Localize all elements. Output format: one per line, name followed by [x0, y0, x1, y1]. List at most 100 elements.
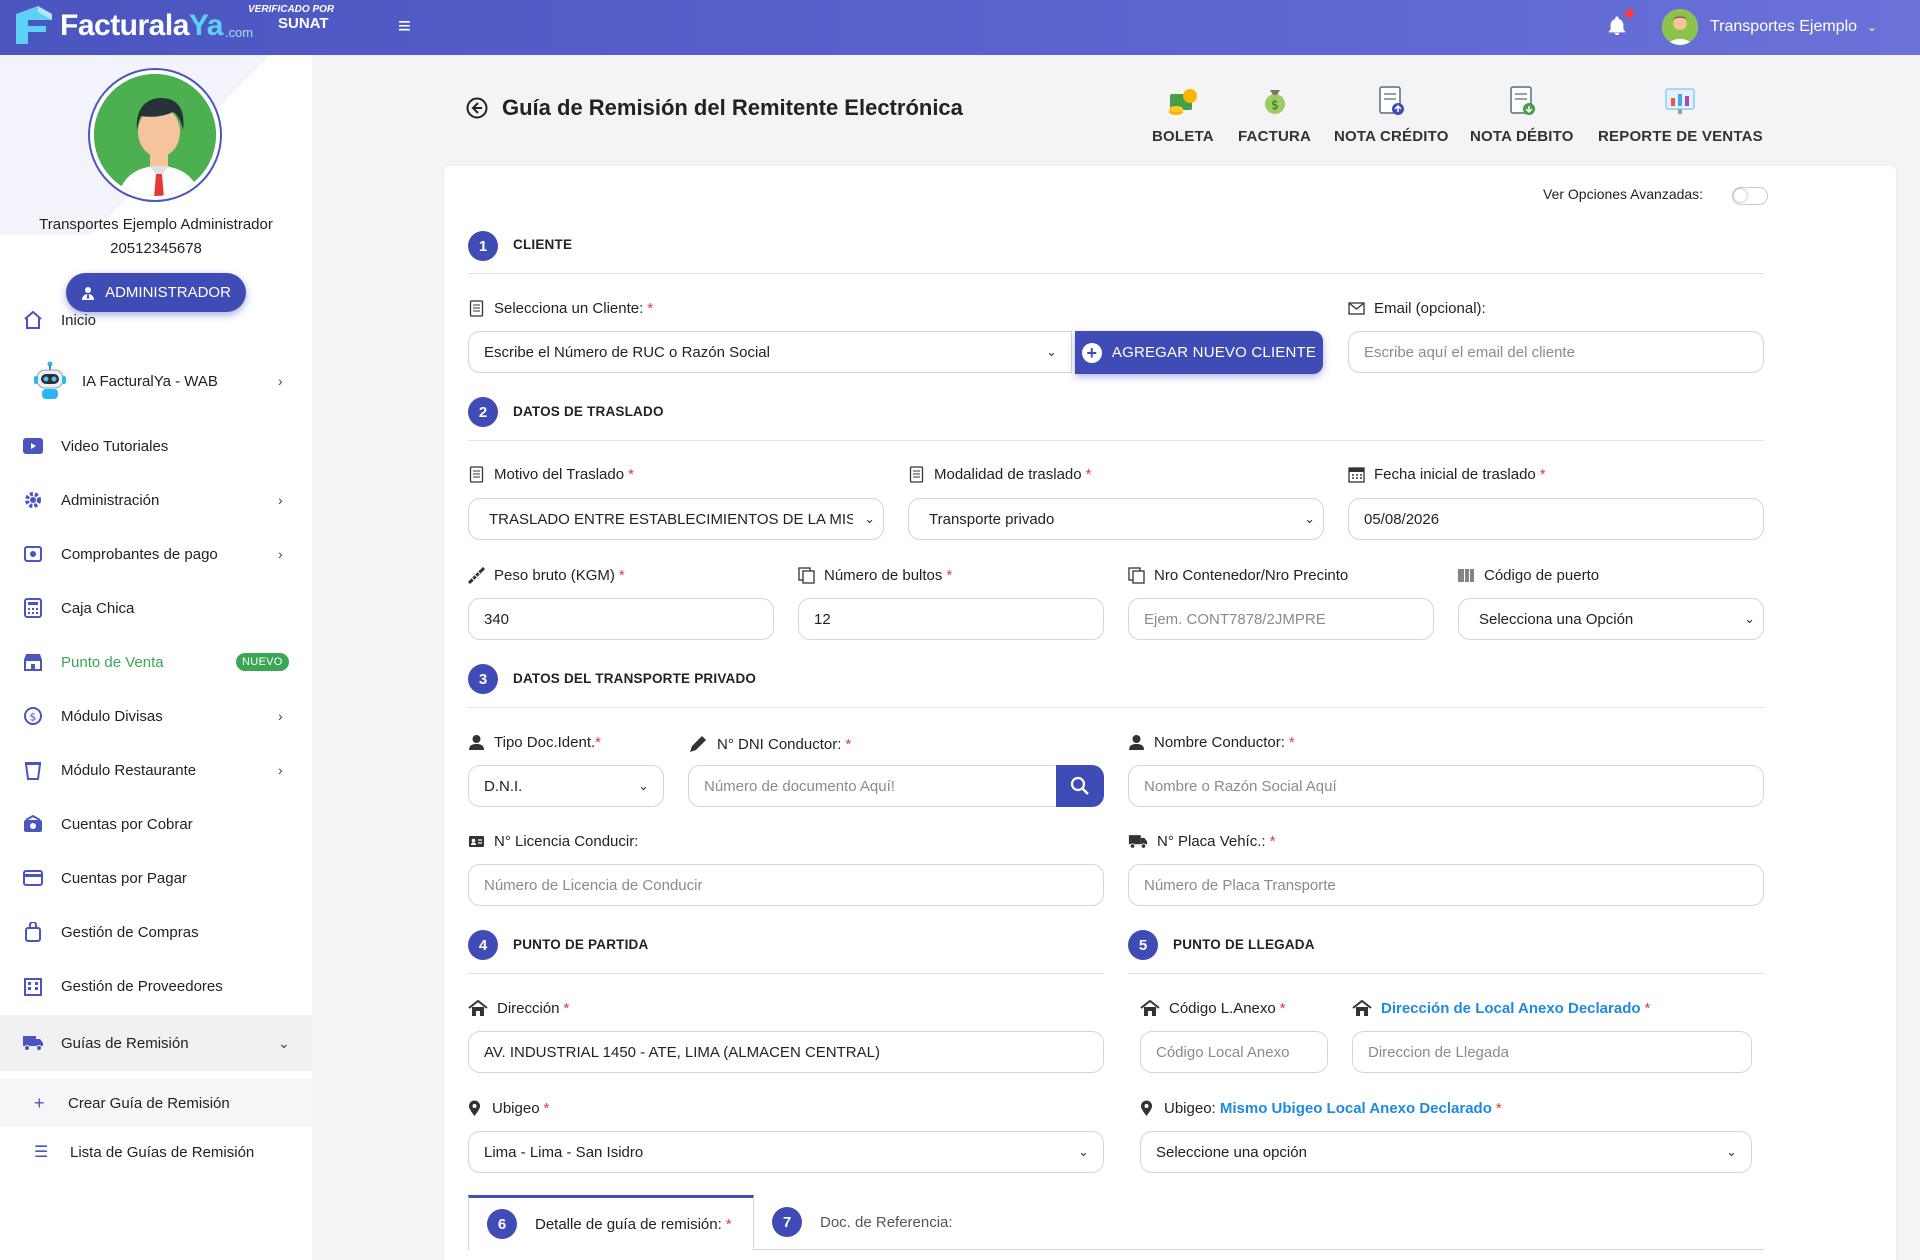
cliente-label: Selecciona un Cliente: *	[468, 300, 653, 317]
motivo-label: Motivo del Traslado *	[468, 466, 634, 483]
step-7-badge: 7	[772, 1207, 802, 1237]
store-icon	[22, 651, 44, 673]
copy-icon	[1128, 567, 1145, 584]
calendar-icon	[1348, 467, 1365, 483]
tab-doc-referencia[interactable]: 7 Doc. de Referencia:	[754, 1195, 1014, 1250]
ruler-icon	[468, 567, 485, 584]
step-4-badge: 4	[468, 930, 498, 960]
search-dni-button[interactable]	[1056, 765, 1104, 807]
sidebar-item-modulo-divisas[interactable]: $ Módulo Divisas ›	[0, 691, 312, 741]
user-name: Transportes Ejemplo	[1710, 18, 1858, 35]
document-down-icon	[1510, 86, 1535, 115]
chevron-right-icon: ›	[278, 708, 283, 724]
money-bag-icon: $	[1264, 90, 1285, 114]
profile-name: Transportes Ejemplo Administrador	[39, 216, 273, 233]
tipo-doc-label: Tipo Doc.Ident. *	[468, 734, 601, 751]
bultos-input[interactable]: 12	[798, 598, 1104, 640]
sidebar-item-cuentas-por-cobrar[interactable]: Cuentas por Cobrar	[0, 799, 312, 849]
sidebar-item-modulo-restaurante[interactable]: Módulo Restaurante ›	[0, 745, 312, 795]
sidebar-item-cuentas-por-pagar[interactable]: Cuentas por Pagar	[0, 853, 312, 903]
direccion-llegada-input[interactable]: Direccion de Llegada	[1352, 1031, 1752, 1073]
chevron-down-icon: ⌄	[638, 778, 649, 793]
ubigeo-anexo-link[interactable]: Mismo Ubigeo Local Anexo Declarado	[1220, 1100, 1492, 1117]
ubigeo-llegada-select[interactable]: Seleccione una opción ⌄	[1140, 1131, 1752, 1173]
sidebar-item-comprobantes[interactable]: Comprobantes de pago ›	[0, 529, 312, 579]
modalidad-select[interactable]: Transporte privado ⌄	[908, 498, 1324, 540]
step-3-badge: 3	[468, 664, 498, 694]
chevron-right-icon: ›	[278, 373, 283, 389]
quick-link-nota-credito[interactable]: NOTA CRÉDITO	[1334, 84, 1449, 145]
user-menu[interactable]: Transportes Ejemplo ⌄	[1662, 9, 1877, 45]
ubigeo-partida-label: Ubigeo *	[468, 1100, 549, 1117]
home-icon	[22, 309, 44, 331]
facturalaya-logo[interactable]: FacturalaYa .com	[12, 2, 253, 50]
codigo-anexo-label: Código L.Anexo *	[1140, 1000, 1286, 1017]
bultos-label: Número de bultos *	[798, 567, 952, 584]
chevron-down-icon: ⌄	[1078, 1144, 1089, 1159]
document-up-icon	[1379, 86, 1405, 115]
sidebar-subitem-lista-guias[interactable]: ☰ Lista de Guías de Remisión	[0, 1128, 312, 1176]
quick-link-nota-debito[interactable]: NOTA DÉBITO	[1470, 84, 1574, 145]
card-icon	[22, 867, 44, 889]
sidebar-subitem-crear-guia[interactable]: + Crear Guía de Remisión	[0, 1079, 312, 1127]
email-input[interactable]: Escribe aquí el email del cliente	[1348, 331, 1764, 373]
sidebar-item-punto-de-venta[interactable]: Punto de Venta NUEVO	[0, 637, 312, 687]
list-icon: ☰	[34, 1144, 49, 1161]
cliente-select[interactable]: Escribe el Número de RUC o Razón Social ⌄	[468, 331, 1072, 373]
chevron-down-icon: ⌄	[278, 1034, 290, 1051]
tipo-doc-select[interactable]: D.N.I. ⌄	[468, 765, 664, 807]
advanced-options-toggle[interactable]	[1732, 187, 1768, 205]
contenedor-input[interactable]: Ejem. CONT7878/2JMPRE	[1128, 598, 1434, 640]
sidebar-item-video-tutoriales[interactable]: Video Tutoriales	[0, 421, 312, 471]
menu-toggle-icon[interactable]: ≡	[398, 15, 418, 37]
direccion-anexo-link[interactable]: Dirección de Local Anexo Declarado	[1381, 1000, 1641, 1017]
step-2-badge: 2	[468, 397, 498, 427]
advanced-options-label: Ver Opciones Avanzadas:	[1543, 186, 1704, 202]
document-icon	[469, 466, 484, 483]
sidebar-item-guias-de-remision[interactable]: Guías de Remisión ⌄	[0, 1015, 312, 1071]
quick-link-factura[interactable]: $ FACTURA	[1238, 84, 1311, 145]
quick-link-reporte-ventas[interactable]: REPORTE DE VENTAS	[1598, 84, 1763, 145]
section-transporte-title: DATOS DEL TRANSPORTE PRIVADO	[513, 671, 757, 686]
page-header: Guía de Remisión del Remitente Electróni…	[466, 95, 963, 121]
sidebar-item-inicio[interactable]: Inicio	[0, 295, 312, 345]
sidebar-item-ia[interactable]: IA FacturalYa - WAB ›	[0, 351, 312, 411]
chevron-right-icon: ›	[278, 492, 283, 508]
peso-input[interactable]: 340	[468, 598, 774, 640]
gear-icon	[22, 489, 44, 511]
placa-input[interactable]: Número de Placa Transporte	[1128, 864, 1764, 906]
bell-icon[interactable]	[1606, 14, 1628, 38]
chevron-down-icon: ⌄	[1046, 344, 1057, 359]
envelope-icon	[1348, 302, 1365, 315]
logo-mark-icon	[16, 6, 52, 44]
calculator-icon	[22, 597, 44, 619]
direccion-partida-label: Dirección *	[468, 1000, 569, 1017]
tab-detalle-guia[interactable]: 6 Detalle de guía de remisión: *	[468, 1195, 754, 1250]
back-arrow-icon[interactable]	[466, 97, 488, 119]
sidebar-item-gestion-de-compras[interactable]: Gestión de Compras	[0, 907, 312, 957]
ubigeo-partida-select[interactable]: Lima - Lima - San Isidro ⌄	[468, 1131, 1104, 1173]
puerto-select[interactable]: Selecciona una Opción ⌄	[1458, 598, 1764, 640]
nombre-conductor-input[interactable]: Nombre o Razón Social Aquí	[1128, 765, 1764, 807]
motivo-select[interactable]: TRASLADO ENTRE ESTABLECIMIENTOS DE LA MI…	[468, 498, 884, 540]
peso-label: Peso bruto (KGM) *	[468, 567, 625, 584]
robot-icon	[30, 361, 70, 401]
svg-text:$: $	[30, 711, 37, 724]
codigo-anexo-input[interactable]: Código Local Anexo	[1140, 1031, 1328, 1073]
sidebar-item-gestion-de-proveedores[interactable]: Gestión de Proveedores	[0, 961, 312, 1011]
quick-link-boleta[interactable]: BOLETA	[1152, 84, 1214, 145]
sidebar: Transportes Ejemplo Administrador 205123…	[0, 55, 312, 1260]
puerto-label: Código de puerto	[1458, 567, 1599, 584]
document-icon	[469, 300, 484, 317]
licencia-input[interactable]: Número de Licencia de Conducir	[468, 864, 1104, 906]
add-new-client-button[interactable]: + AGREGAR NUEVO CLIENTE	[1075, 331, 1323, 374]
chevron-down-icon: ⌄	[864, 511, 875, 526]
step-1-badge: 1	[468, 231, 498, 261]
fecha-input[interactable]: 05/08/2026	[1348, 498, 1764, 540]
sidebar-item-caja-chica[interactable]: Caja Chica	[0, 583, 312, 633]
direccion-partida-input[interactable]: AV. INDUSTRIAL 1450 - ATE, LIMA (ALMACEN…	[468, 1031, 1104, 1073]
chart-report-icon	[1665, 88, 1695, 114]
dni-input[interactable]: Número de documento Aquí!	[688, 765, 1058, 807]
sidebar-item-administracion[interactable]: Administración ›	[0, 475, 312, 525]
step-6-badge: 6	[487, 1209, 517, 1239]
